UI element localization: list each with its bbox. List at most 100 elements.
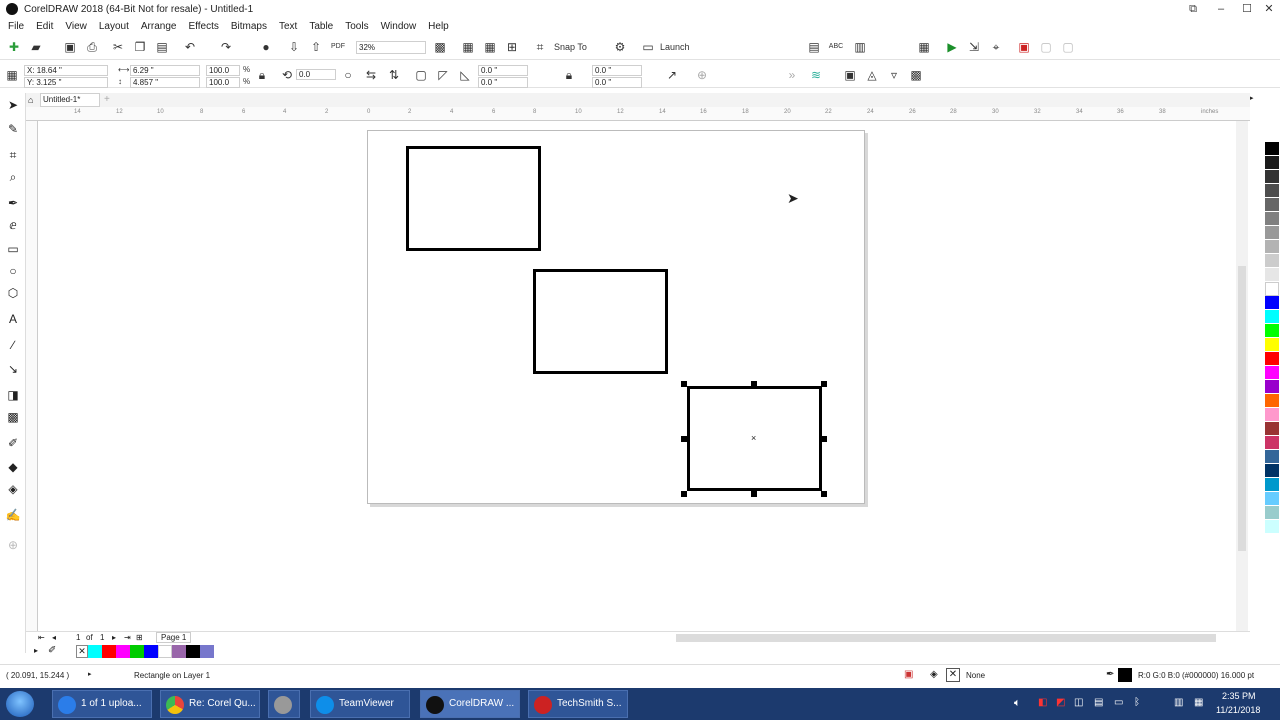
bluetooth-icon[interactable]: ᛒ xyxy=(1134,697,1140,708)
clock-date[interactable]: 11/21/2018 xyxy=(1216,705,1260,715)
menu-tools[interactable]: Tools xyxy=(345,21,368,32)
wrap-text-icon[interactable]: ≋ xyxy=(808,67,824,83)
palette-swatch[interactable] xyxy=(1265,226,1279,240)
palette-swatch[interactable] xyxy=(1265,492,1279,506)
palette-swatch[interactable] xyxy=(1265,282,1279,296)
spellcheck-icon[interactable]: ABC xyxy=(828,39,844,55)
relative-corner-scaling-icon[interactable]: ↗ xyxy=(664,67,680,83)
menu-effects[interactable]: Effects xyxy=(188,21,218,32)
tab-untitled-1[interactable]: Untitled-1* xyxy=(40,93,100,107)
rotation-center-icon[interactable]: ○ xyxy=(340,67,356,83)
parallel-dimension-tool-icon[interactable]: ∕ xyxy=(5,337,21,353)
document-palette-swatch[interactable] xyxy=(158,645,172,658)
vertical-ruler[interactable] xyxy=(26,121,38,631)
menu-bitmaps[interactable]: Bitmaps xyxy=(231,21,267,32)
no-color-swatch[interactable]: ✕ xyxy=(76,645,88,658)
action-center-icon[interactable]: ▦ xyxy=(1194,697,1203,708)
close-button[interactable]: ✕ xyxy=(1256,0,1280,18)
last-page-icon[interactable]: ⇥ xyxy=(124,633,131,642)
palette-swatch[interactable] xyxy=(1265,380,1279,394)
rectangle-2[interactable] xyxy=(533,269,668,374)
zoom-level-select[interactable]: 32% xyxy=(356,41,426,54)
volume-icon[interactable]: 🔈︎ xyxy=(1014,697,1021,710)
outline-color-swatch[interactable] xyxy=(1118,668,1132,682)
round-corner-icon[interactable]: ▢ xyxy=(413,67,429,83)
cut-icon[interactable]: ✂ xyxy=(110,39,126,55)
tray-icon-5[interactable]: ▭ xyxy=(1114,697,1123,708)
quick-customize-icon[interactable]: ▿ xyxy=(886,67,902,83)
taskbar-item-misc[interactable] xyxy=(268,690,300,718)
y-position-field[interactable]: Y: 3.125 " xyxy=(24,77,108,88)
color-proof-icon[interactable]: ▣ xyxy=(904,669,913,680)
palette-swatch[interactable] xyxy=(1265,352,1279,366)
prev-page-icon[interactable]: ◂ xyxy=(52,633,56,642)
palette-swatch[interactable] xyxy=(1265,212,1279,226)
palette-swatch[interactable] xyxy=(1265,506,1279,520)
corner-radius-top-left[interactable]: 0.0 " xyxy=(478,65,528,76)
taskbar-item-chrome[interactable]: Re: Corel Qu... xyxy=(160,690,260,718)
height-field[interactable]: 4.857 " xyxy=(130,77,200,88)
search-content-icon[interactable]: ● xyxy=(258,39,274,55)
new-document-icon[interactable]: ✚ xyxy=(6,39,22,55)
launch-dropdown[interactable]: Launch xyxy=(660,42,690,52)
menu-arrange[interactable]: Arrange xyxy=(141,21,177,32)
document-palette-swatch[interactable] xyxy=(200,645,214,658)
palette-swatch[interactable] xyxy=(1265,408,1279,422)
corner-radius-bottom-right[interactable]: 0.0 " xyxy=(592,77,642,88)
palette-swatch[interactable] xyxy=(1265,338,1279,352)
menu-table[interactable]: Table xyxy=(309,21,333,32)
copy-icon[interactable]: ❐ xyxy=(132,39,148,55)
menu-file[interactable]: File xyxy=(8,21,24,32)
menu-text[interactable]: Text xyxy=(279,21,297,32)
show-rulers-icon[interactable]: ▦ xyxy=(460,39,476,55)
convert-to-curves-icon[interactable]: ▩ xyxy=(908,67,924,83)
palette-swatch[interactable] xyxy=(1265,198,1279,212)
snap-icon[interactable]: ⌗ xyxy=(532,39,548,55)
smart-fill-tool-icon[interactable]: ◈ xyxy=(5,481,21,497)
selection-handle-left[interactable] xyxy=(681,436,687,442)
rotation-field[interactable]: 0.0 xyxy=(296,69,336,80)
scale-x-field[interactable]: 100.0 xyxy=(206,65,240,76)
palette-menu-icon[interactable]: ▸ xyxy=(34,646,38,655)
show-grid-icon[interactable]: ▦ xyxy=(482,39,498,55)
more-options-icon[interactable]: » xyxy=(784,67,800,83)
network-icon[interactable]: ▥ xyxy=(1174,697,1183,708)
export-icon[interactable]: ⇧ xyxy=(308,39,324,55)
document-palette-swatch[interactable] xyxy=(88,645,102,658)
save-icon[interactable]: ▣ xyxy=(62,39,78,55)
restore-help-icon[interactable]: ⧉ xyxy=(1180,0,1206,18)
undo-icon[interactable]: ↶ xyxy=(182,39,198,55)
options-gear-icon[interactable]: ⚙ xyxy=(612,39,628,55)
palette-swatch[interactable] xyxy=(1265,520,1279,534)
text-tool-icon[interactable]: A xyxy=(5,311,21,327)
palette-swatch[interactable] xyxy=(1265,310,1279,324)
eyedropper-tool-icon[interactable]: ✐ xyxy=(5,435,21,451)
taskbar-item-teamviewer[interactable]: TeamViewer xyxy=(310,690,410,718)
new-tab-icon[interactable]: + xyxy=(104,94,110,105)
scalloped-corner-icon[interactable]: ◸ xyxy=(435,67,451,83)
document-palette-swatch[interactable] xyxy=(116,645,130,658)
script-manager-icon[interactable]: ▦ xyxy=(916,39,932,55)
add-page-icon[interactable]: ⊞ xyxy=(136,633,143,642)
selection-handle-bottom-right[interactable] xyxy=(821,491,827,497)
taskbar-item-coreldraw[interactable]: CorelDRAW ... xyxy=(420,690,520,718)
rectangle-tool-icon[interactable]: ▭ xyxy=(5,241,21,257)
mirror-horizontal-icon[interactable]: ⇆ xyxy=(363,67,379,83)
start-button[interactable] xyxy=(6,691,34,717)
palette-swatch[interactable] xyxy=(1265,324,1279,338)
fill-none-swatch[interactable]: ✕ xyxy=(946,668,960,682)
launch-icon[interactable]: ▭ xyxy=(640,39,656,55)
outline-pen-tool-icon[interactable]: ✍ xyxy=(5,507,21,523)
import-icon[interactable]: ⇩ xyxy=(286,39,302,55)
document-palette-swatch[interactable] xyxy=(130,645,144,658)
tray-icon-2[interactable]: ◩ xyxy=(1056,697,1065,708)
palette-swatch[interactable] xyxy=(1265,394,1279,408)
x-position-field[interactable]: X: 18.64 " xyxy=(24,65,108,76)
transparency-tool-icon[interactable]: ▩ xyxy=(5,409,21,425)
palette-swatch[interactable] xyxy=(1265,450,1279,464)
palette-swatch[interactable] xyxy=(1265,422,1279,436)
crop-tool-icon[interactable]: ⌗ xyxy=(5,147,21,163)
next-page-icon[interactable]: ▸ xyxy=(112,633,116,642)
selection-handle-top-left[interactable] xyxy=(681,381,687,387)
macro-step-icon[interactable]: ▢ xyxy=(1060,39,1076,55)
